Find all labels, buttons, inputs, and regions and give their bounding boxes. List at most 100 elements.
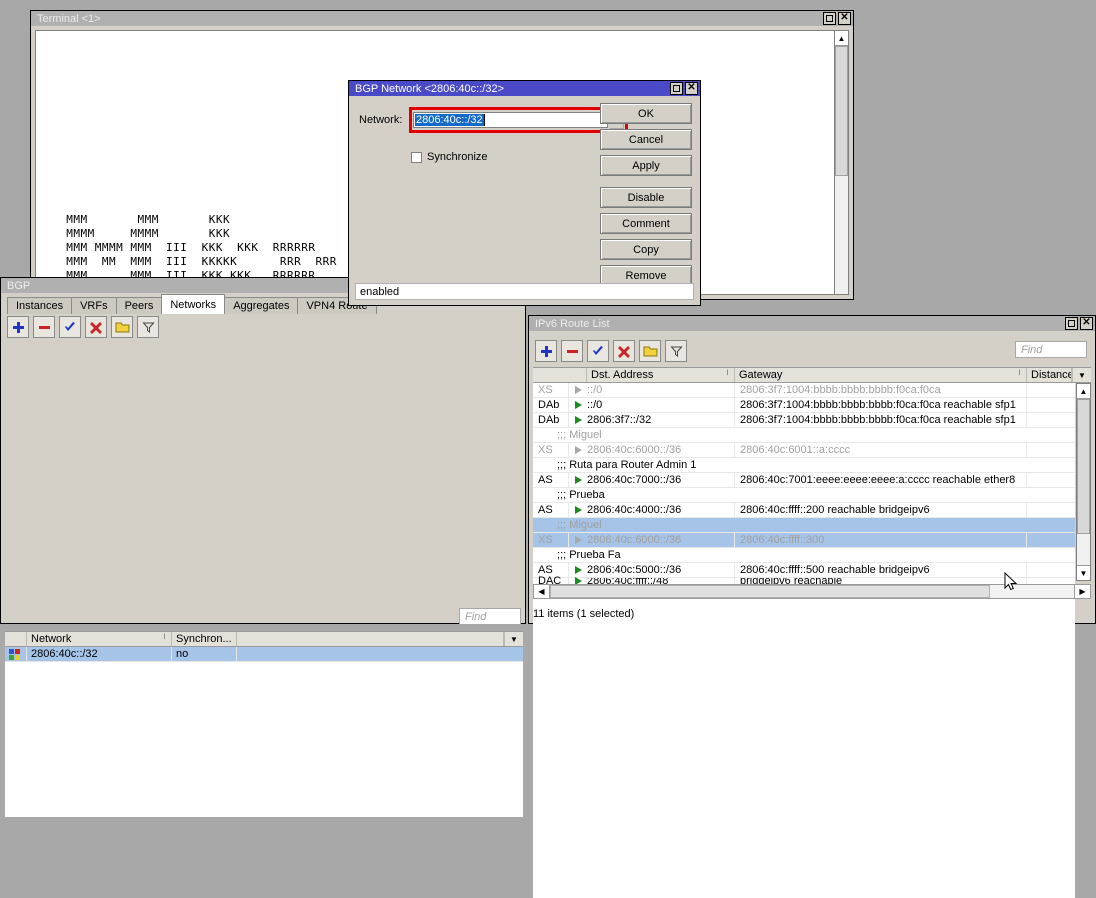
bgp-window[interactable]: BGP Instances VRFs Peers Networks Aggreg… [0,277,526,624]
route-active-arrow-icon [569,563,587,577]
tab-instances[interactable]: Instances [7,297,72,314]
route-comment-row[interactable]: ;;; Miguel [533,518,1075,533]
add-button[interactable] [7,316,29,338]
network-icon [9,649,20,660]
tab-label: Aggregates [233,300,289,312]
route-row[interactable]: DAb::/02806:3f7:1004:bbbb:bbbb:bbbb:f0ca… [533,398,1075,413]
route-dst-address: 2806:40c:6000::/36 [587,443,735,457]
disable-button[interactable] [85,316,107,338]
route-comment-row[interactable]: ;;; Miguel [533,428,1075,443]
scroll-down-icon[interactable]: ▼ [1077,565,1090,580]
disable-button[interactable] [613,340,635,362]
route-row[interactable]: DAb2806:3f7::/322806:3f7:1004:bbbb:bbbb:… [533,413,1075,428]
cancel-button[interactable]: Cancel [600,129,692,150]
bgp-grid-header[interactable]: Network ╵ Synchron... ▼ [5,631,523,647]
column-header-distance[interactable]: Distance [1027,368,1072,382]
enable-button[interactable] [587,340,609,362]
ok-button[interactable]: OK [600,103,692,124]
close-icon[interactable]: ✕ [838,12,851,25]
scroll-up-icon[interactable]: ▲ [1077,384,1090,399]
route-flags: XS [533,533,569,547]
ipv6-find-input[interactable]: Find [1015,341,1087,358]
column-header-flags [533,368,587,382]
network-input[interactable]: 2806:40c::/32 [413,112,608,128]
route-row[interactable]: XS2806:40c:6000::/362806:40c:6001::a:ccc… [533,443,1075,458]
ipv6-toolbar[interactable] [535,340,687,362]
column-menu-icon[interactable]: ▼ [1072,368,1091,382]
route-row[interactable]: AS2806:40c:7000::/362806:40c:7001:eeee:e… [533,473,1075,488]
route-comment-row[interactable]: ;;; Ruta para Router Admin 1 [533,458,1075,473]
network-field-row: Network: 2806:40c::/32 [359,107,628,133]
route-dst-address: 2806:40c:5000::/36 [587,563,735,577]
tab-peers[interactable]: Peers [116,297,163,314]
comment-button[interactable] [111,316,133,338]
tab-aggregates[interactable]: Aggregates [224,297,298,314]
scroll-right-icon[interactable]: ▶ [1074,585,1090,598]
route-row[interactable]: XS::/02806:3f7:1004:bbbb:bbbb:bbbb:f0ca:… [533,383,1075,398]
route-row[interactable]: XS2806:40c:6000::/362806:40c:ffff::300 [533,533,1075,548]
ipv6-vertical-scrollbar[interactable]: ▲ ▼ [1076,383,1091,581]
copy-button[interactable]: Copy [600,239,692,260]
remove-button[interactable] [33,316,55,338]
bgp-find-input[interactable]: Find [459,608,521,625]
tab-networks[interactable]: Networks [161,294,225,314]
close-icon[interactable]: ✕ [685,82,698,95]
column-header-filler [237,632,504,646]
table-row[interactable]: 2806:40c::/32 no [5,647,523,662]
bgp-network-title: BGP Network <2806:40c::/32> [355,83,670,95]
route-active-arrow-icon [569,443,587,457]
maximize-icon[interactable] [823,12,836,25]
route-comment-row[interactable]: ;;; Prueba [533,488,1075,503]
route-row[interactable]: AS2806:40c:4000::/362806:40c:ffff::200 r… [533,503,1075,518]
scrollbar-thumb[interactable] [1077,399,1090,534]
column-header-network[interactable]: Network ╵ [27,632,172,646]
add-button[interactable] [535,340,557,362]
route-distance [1027,563,1075,577]
ipv6-grid-header[interactable]: Dst. Address ╵ Gateway ╵ Distance ▼ [533,367,1091,383]
cell-network: 2806:40c::/32 [27,647,172,661]
route-distance [1027,473,1075,487]
maximize-icon[interactable] [670,82,683,95]
column-header-synchronize[interactable]: Synchron... [172,632,237,646]
enable-button[interactable] [59,316,81,338]
disable-button[interactable]: Disable [600,187,692,208]
bgp-network-titlebar[interactable]: BGP Network <2806:40c::/32> ✕ [349,81,700,96]
maximize-icon[interactable] [1065,317,1078,330]
tab-label: VRFs [80,300,108,312]
close-icon[interactable]: ✕ [1080,317,1093,330]
route-gateway: 2806:3f7:1004:bbbb:bbbb:bbbb:f0ca:f0ca [735,383,1027,397]
tab-vrfs[interactable]: VRFs [71,297,117,314]
comment-button[interactable]: Comment [600,213,692,234]
row-icon-cell [5,647,27,661]
ipv6-routes-grid[interactable]: XS::/02806:3f7:1004:bbbb:bbbb:bbbb:f0ca:… [533,383,1075,898]
filter-button[interactable] [137,316,159,338]
synchronize-checkbox[interactable] [411,152,422,163]
dialog-button-column: OK Cancel Apply Disable Comment Copy Rem… [600,103,692,291]
column-header-gateway[interactable]: Gateway ╵ [735,368,1027,382]
cell-synchronize: no [172,647,237,661]
hscrollbar-thumb[interactable] [550,585,990,598]
scroll-up-icon[interactable]: ▲ [835,31,848,46]
tab-label: Networks [170,299,216,311]
bgp-toolbar[interactable] [7,316,159,338]
synchronize-row[interactable]: Synchronize [411,151,488,163]
route-gateway: 2806:40c:ffff::200 reachable bridgeipv6 [735,503,1027,517]
column-header-dst-address[interactable]: Dst. Address ╵ [587,368,735,382]
bgp-networks-grid[interactable]: 2806:40c::/32 no [5,647,523,817]
filter-button[interactable] [665,340,687,362]
remove-button[interactable] [561,340,583,362]
route-comment-row[interactable]: ;;; Prueba Fa [533,548,1075,563]
route-distance [1027,413,1075,427]
terminal-vertical-scrollbar[interactable]: ▲ [834,30,849,295]
route-row[interactable]: AS2806:40c:5000::/362806:40c:ffff::500 r… [533,563,1075,578]
comment-button[interactable] [639,340,661,362]
bgp-network-dialog[interactable]: BGP Network <2806:40c::/32> ✕ Network: 2… [348,80,701,306]
network-label: Network: [359,114,409,126]
column-menu-icon[interactable]: ▼ [504,632,523,646]
ipv6-titlebar[interactable]: IPv6 Route List ✕ [529,316,1095,331]
scrollbar-thumb[interactable] [835,46,848,176]
terminal-titlebar[interactable]: Terminal <1> ✕ [31,11,853,26]
apply-button[interactable]: Apply [600,155,692,176]
tab-label: Peers [125,300,154,312]
scroll-left-icon[interactable]: ◀ [534,585,550,598]
